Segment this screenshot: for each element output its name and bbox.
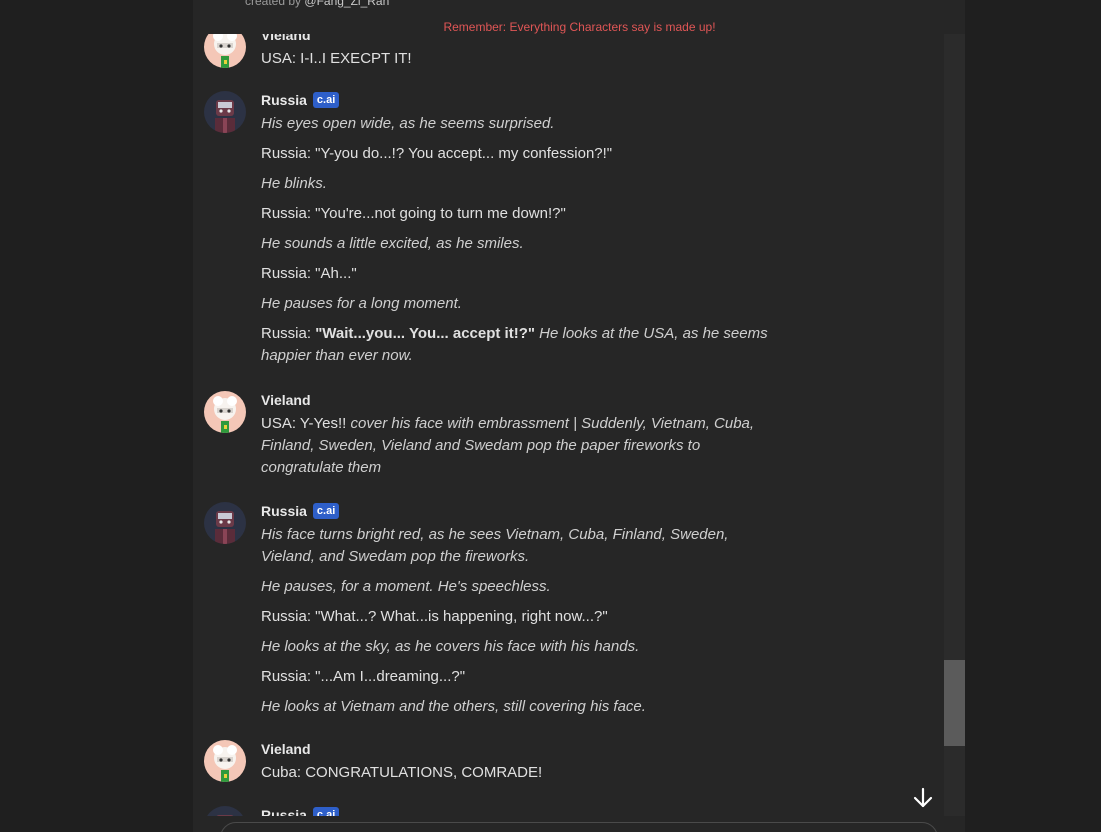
message-line: Russia: "Wait...you... You... accept it!… bbox=[261, 323, 771, 367]
message-text: His eyes open wide, as he seems surprise… bbox=[261, 115, 555, 132]
message-text: He looks at the sky, as he covers his fa… bbox=[261, 638, 640, 655]
message-line: He pauses for a long moment. bbox=[261, 293, 771, 315]
page: created by @Fang_Zi_Ran Remember: Everyt… bbox=[0, 0, 1101, 832]
message-text: He pauses for a long moment. bbox=[261, 295, 462, 312]
cai-badge: c.ai bbox=[312, 92, 340, 108]
author-name: Russia bbox=[261, 807, 307, 816]
disclaimer-text: Remember: Everything Characters say is m… bbox=[443, 20, 716, 34]
message-body: Russia c.ai bbox=[261, 806, 771, 816]
message-text: His face turns bright red, as he sees Vi… bbox=[261, 526, 729, 565]
message-text: Cuba: CONGRATULATIONS, COMRADE! bbox=[261, 764, 543, 781]
author-name: Vieland bbox=[261, 741, 311, 757]
scroll-to-bottom-button[interactable] bbox=[908, 783, 938, 813]
message-line: He looks at Vietnam and the others, stil… bbox=[261, 696, 771, 718]
author-name: Russia bbox=[261, 503, 307, 519]
message-line: His face turns bright red, as he sees Vi… bbox=[261, 524, 771, 568]
message-input-box[interactable] bbox=[220, 822, 938, 832]
message-line: His eyes open wide, as he seems surprise… bbox=[261, 113, 771, 135]
message-line: Russia: "Y-you do...!? You accept... my … bbox=[261, 143, 771, 165]
creator-handle-link[interactable]: @Fang_Zi_Ran bbox=[304, 0, 389, 8]
message-line: Russia: "...Am I...dreaming...?" bbox=[261, 666, 771, 688]
message-text: He blinks. bbox=[261, 175, 327, 192]
author-row: Russia c.ai bbox=[261, 91, 771, 109]
message-line: Russia: "You're...not going to turn me d… bbox=[261, 203, 771, 225]
cai-badge: c.ai bbox=[312, 503, 340, 519]
avatar[interactable] bbox=[204, 502, 246, 544]
message-text: Russia: "You're...not going to turn me d… bbox=[261, 205, 566, 222]
message-text: Russia: "Ah..." bbox=[261, 265, 357, 282]
message-text: He sounds a little excited, as he smiles… bbox=[261, 235, 524, 252]
author-name: Vieland bbox=[261, 34, 311, 43]
message-body: Vieland USA: I-I..I EXECPT IT! bbox=[261, 34, 771, 78]
message-line: He looks at the sky, as he covers his fa… bbox=[261, 636, 771, 658]
message-text: USA: I-I..I EXECPT IT! bbox=[261, 50, 412, 67]
arrow-down-icon bbox=[913, 787, 933, 808]
avatar[interactable] bbox=[204, 91, 246, 133]
author-row: Vieland bbox=[261, 740, 771, 758]
message-body: Russia c.ai His face turns bright red, as … bbox=[261, 502, 771, 726]
message-line: Russia: "Ah..." bbox=[261, 263, 771, 285]
message-line: He pauses, for a moment. He's speechless… bbox=[261, 576, 771, 598]
avatar[interactable] bbox=[204, 34, 246, 68]
message-body: Vieland Cuba: CONGRATULATIONS, COMRADE! bbox=[261, 740, 771, 792]
chat-scroll-area[interactable]: Vieland USA: I-I..I EXECPT IT! Russia c.ai H… bbox=[193, 34, 943, 816]
message-line: USA: Y-Yes!! cover his face with embrass… bbox=[261, 413, 771, 479]
author-row: Vieland bbox=[261, 391, 771, 409]
message-text: "Wait...you... You... accept it!?" bbox=[315, 325, 535, 342]
message-text: USA: Y-Yes!! bbox=[261, 415, 351, 432]
message-text: He looks at Vietnam and the others, stil… bbox=[261, 698, 646, 715]
created-by-label: created by bbox=[245, 0, 302, 8]
avatar[interactable] bbox=[204, 740, 246, 782]
message-text: Russia: "...Am I...dreaming...?" bbox=[261, 668, 466, 685]
creator-line: created by @Fang_Zi_Ran bbox=[245, 0, 389, 8]
avatar[interactable] bbox=[204, 391, 246, 433]
message-line: He sounds a little excited, as he smiles… bbox=[261, 233, 771, 255]
avatar[interactable] bbox=[204, 806, 246, 816]
message-text: Russia: "What...? What...is happening, r… bbox=[261, 608, 608, 625]
message-text: Russia: bbox=[261, 325, 316, 342]
message-body: Russia c.ai His eyes open wide, as he seem… bbox=[261, 91, 771, 375]
author-row: Russia c.ai bbox=[261, 806, 771, 816]
message-text: He pauses, for a moment. He's speechless… bbox=[261, 578, 551, 595]
cai-badge: c.ai bbox=[312, 807, 340, 816]
message-line: Cuba: CONGRATULATIONS, COMRADE! bbox=[261, 762, 771, 784]
message-text: Russia: "Y-you do...!? You accept... my … bbox=[261, 145, 613, 162]
message-line: Russia: "What...? What...is happening, r… bbox=[261, 606, 771, 628]
author-row: Vieland bbox=[261, 34, 771, 44]
message-body: Vieland USA: Y-Yes!! cover his face with … bbox=[261, 391, 771, 487]
author-name: Russia bbox=[261, 92, 307, 108]
author-name: Vieland bbox=[261, 392, 311, 408]
message-line: He blinks. bbox=[261, 173, 771, 195]
scrollbar-thumb[interactable] bbox=[944, 660, 965, 746]
author-row: Russia c.ai bbox=[261, 502, 771, 520]
message-line: USA: I-I..I EXECPT IT! bbox=[261, 48, 771, 70]
